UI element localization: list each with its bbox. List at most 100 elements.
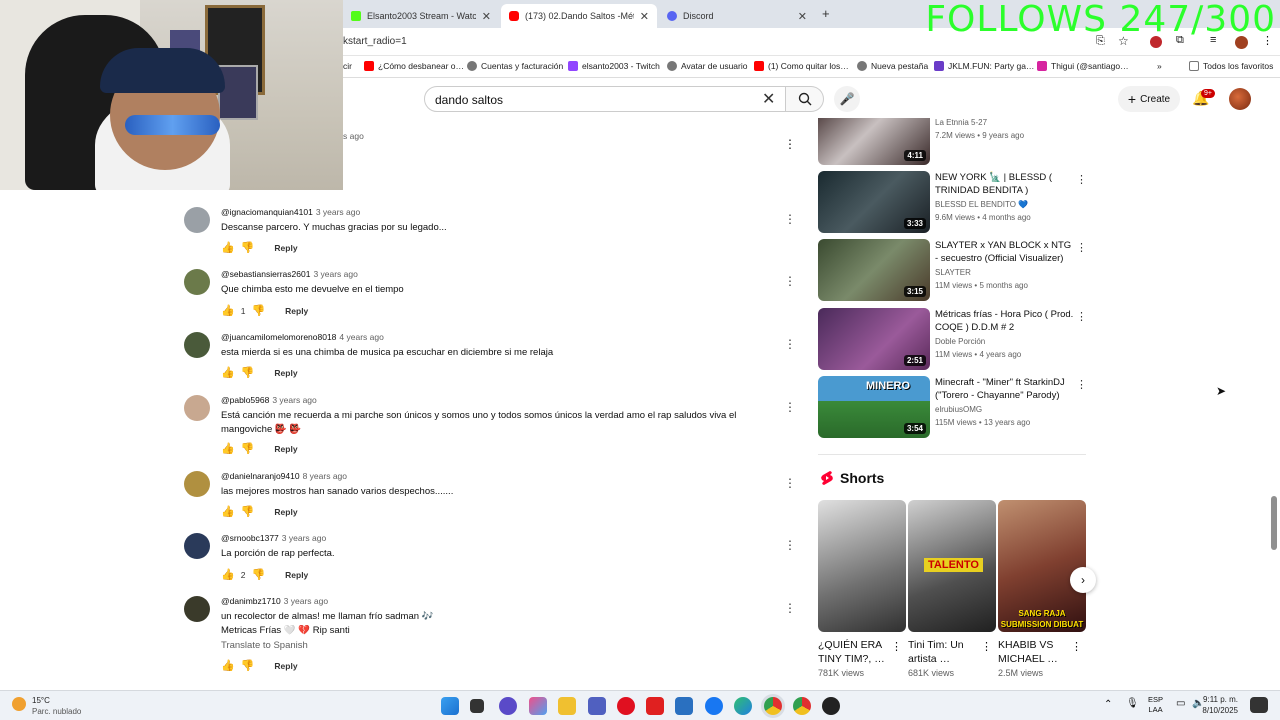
avatar[interactable] — [184, 269, 210, 295]
reply-button[interactable]: Reply — [274, 661, 297, 671]
video-title[interactable]: Métricas frías - Hora Pico ( Prod. COQE … — [935, 308, 1075, 334]
comment-menu-icon[interactable]: ⋮ — [784, 137, 796, 151]
video-menu-icon[interactable]: ⋮ — [1076, 241, 1087, 254]
related-video[interactable]: 3:33 NEW YORK 🗽 | BLESSD ( TRINIDAD BEND… — [818, 171, 1088, 235]
bookmarks-overflow[interactable]: » — [1157, 61, 1162, 71]
close-icon[interactable]: ✕ — [482, 10, 491, 23]
chrome-icon[interactable] — [764, 697, 782, 715]
video-thumbnail[interactable]: 3:33 — [818, 171, 930, 233]
like-icon[interactable]: 👍 — [221, 304, 235, 317]
opera-icon[interactable] — [617, 697, 635, 715]
related-video[interactable]: 3:15 SLAYTER x YAN BLOCK x NTG - secuest… — [818, 239, 1088, 303]
language-indicator[interactable]: ESP LAA — [1148, 695, 1163, 715]
comment-author[interactable]: @sebastiansierras2601 — [221, 269, 310, 279]
like-icon[interactable]: 👍 — [221, 241, 235, 254]
facebook-icon[interactable] — [705, 697, 723, 715]
translate-link[interactable]: Translate to Spanish — [221, 639, 741, 653]
short-title[interactable]: ¿QUIÉN ERA TINY TIM?, … — [818, 638, 898, 666]
page-scrollbar[interactable] — [1271, 496, 1277, 550]
channel-name[interactable]: La Etnnia 5-27 — [935, 118, 987, 127]
reply-button[interactable]: Reply — [285, 570, 308, 580]
file-explorer-icon[interactable] — [558, 697, 576, 715]
short-item[interactable]: ¿QUIÉN ERA TINY TIM?, … 781K views ⋮ — [818, 500, 906, 678]
video-thumbnail[interactable]: 2:51 — [818, 308, 930, 370]
short-thumbnail[interactable]: SANG RAJA SUBMISSION DIBUAT KEWALAHAN — [998, 500, 1086, 632]
bookmark-item[interactable]: JKLM.FUN: Party ga… — [934, 61, 1034, 71]
avatar[interactable] — [184, 471, 210, 497]
comment-time[interactable]: 3 years ago — [316, 207, 360, 217]
teams-icon[interactable] — [588, 697, 606, 715]
chrome-profile-icon[interactable] — [793, 697, 811, 715]
tab-discord[interactable]: Discord ✕ — [659, 4, 815, 28]
video-menu-icon[interactable]: ⋮ — [1076, 173, 1087, 186]
weather-widget[interactable]: 15°C Parc. nublado — [12, 695, 81, 717]
comment-time[interactable]: 3 years ago — [284, 596, 328, 606]
video-menu-icon[interactable]: ⋮ — [1076, 310, 1087, 323]
comment-author[interactable]: @ignaciomanquian4101 — [221, 207, 313, 217]
short-title[interactable]: KHABIB VS MICHAEL … — [998, 638, 1078, 666]
youtube-icon[interactable] — [646, 697, 664, 715]
comment-menu-icon[interactable]: ⋮ — [784, 601, 796, 615]
account-avatar[interactable] — [1229, 88, 1251, 110]
related-video[interactable]: 2:51 Métricas frías - Hora Pico ( Prod. … — [818, 308, 1088, 372]
comment-time[interactable]: 4 years ago — [339, 332, 383, 342]
like-icon[interactable]: 👍 — [221, 442, 235, 455]
bookmark-item[interactable]: elsanto2003 - Twitch — [568, 61, 660, 71]
reply-button[interactable]: Reply — [274, 243, 297, 253]
dislike-icon[interactable]: 👎 — [241, 505, 255, 518]
avatar[interactable] — [184, 332, 210, 358]
reply-button[interactable]: Reply — [274, 507, 297, 517]
related-video[interactable]: 4:11 La Etnnia 5-27 7.2M views • 9 years… — [818, 118, 1088, 166]
store-icon[interactable] — [675, 697, 693, 715]
new-tab-button[interactable]: + — [822, 6, 830, 21]
close-icon[interactable]: ✕ — [640, 10, 649, 23]
dislike-icon[interactable]: 👎 — [241, 241, 255, 254]
video-thumbnail[interactable]: 4:11 — [818, 118, 930, 165]
dislike-icon[interactable]: 👎 — [241, 366, 255, 379]
avatar[interactable] — [184, 207, 210, 233]
comment-menu-icon[interactable]: ⋮ — [784, 212, 796, 226]
comment-menu-icon[interactable]: ⋮ — [784, 476, 796, 490]
comment-menu-icon[interactable]: ⋮ — [784, 337, 796, 351]
bookmark-item[interactable]: cir — [343, 61, 352, 71]
reply-button[interactable]: Reply — [274, 444, 297, 454]
channel-name[interactable]: elrubiusOMG — [935, 405, 982, 414]
bookmark-item[interactable]: (1) Como quitar los… — [754, 61, 849, 71]
video-title[interactable]: NEW YORK 🗽 | BLESSD ( TRINIDAD BENDITA ) — [935, 171, 1075, 197]
dislike-icon[interactable]: 👎 — [241, 659, 255, 672]
tab-kick-stream[interactable]: Elsanto2003 Stream - Watch Li… ✕ — [343, 4, 499, 28]
comment-menu-icon[interactable]: ⋮ — [784, 274, 796, 288]
comment-time[interactable]: 3 years ago — [313, 269, 357, 279]
search-button[interactable] — [786, 86, 824, 112]
clear-search-icon[interactable]: ✕ — [762, 89, 775, 109]
dislike-icon[interactable]: 👎 — [251, 568, 265, 581]
comment-time[interactable]: 3 years ago — [282, 533, 326, 543]
task-view-icon[interactable] — [470, 699, 484, 713]
like-icon[interactable]: 👍 — [221, 366, 235, 379]
tray-chevron-icon[interactable]: ⌃ — [1104, 699, 1112, 710]
comment-author[interactable]: @juancamilomelomoreno8018 — [221, 332, 336, 342]
network-icon[interactable]: ▭ — [1176, 698, 1185, 709]
video-title[interactable]: SLAYTER x YAN BLOCK x NTG - secuestro (O… — [935, 239, 1075, 265]
edge-icon[interactable] — [734, 697, 752, 715]
bookmark-item[interactable]: ¿Cómo desbanear o… — [364, 61, 464, 71]
dislike-icon[interactable]: 👎 — [241, 442, 255, 455]
short-item[interactable]: TALENTO Tini Tim: Un artista … 681K view… — [908, 500, 996, 678]
comment-author[interactable]: @danielnaranjo9410 — [221, 471, 300, 481]
comment-author[interactable]: @danimbz1710 — [221, 596, 281, 606]
comment-menu-icon[interactable]: ⋮ — [784, 538, 796, 552]
dislike-icon[interactable]: 👎 — [251, 304, 265, 317]
channel-name[interactable]: Doble Porción — [935, 337, 985, 346]
reply-button[interactable]: Reply — [274, 368, 297, 378]
short-title[interactable]: Tini Tim: Un artista … — [908, 638, 988, 666]
short-thumbnail[interactable]: TALENTO — [908, 500, 996, 632]
like-icon[interactable]: 👍 — [221, 505, 235, 518]
tab-youtube[interactable]: (173) 02.Dando Saltos -Métrica… ✕ — [501, 4, 657, 28]
related-video[interactable]: MINERO 3:54 Minecraft - "Miner" ft Stark… — [818, 376, 1088, 440]
comment-author[interactable]: @srnoobc1377 — [221, 533, 279, 543]
bookmark-item[interactable]: Thigui (@santiago… — [1037, 61, 1129, 71]
clock[interactable]: 9:11 p. m. 8/10/2025 — [1202, 694, 1238, 716]
video-menu-icon[interactable]: ⋮ — [1076, 378, 1087, 391]
reply-button[interactable]: Reply — [285, 306, 308, 316]
url-text[interactable]: kstart_radio=1 — [343, 36, 407, 47]
